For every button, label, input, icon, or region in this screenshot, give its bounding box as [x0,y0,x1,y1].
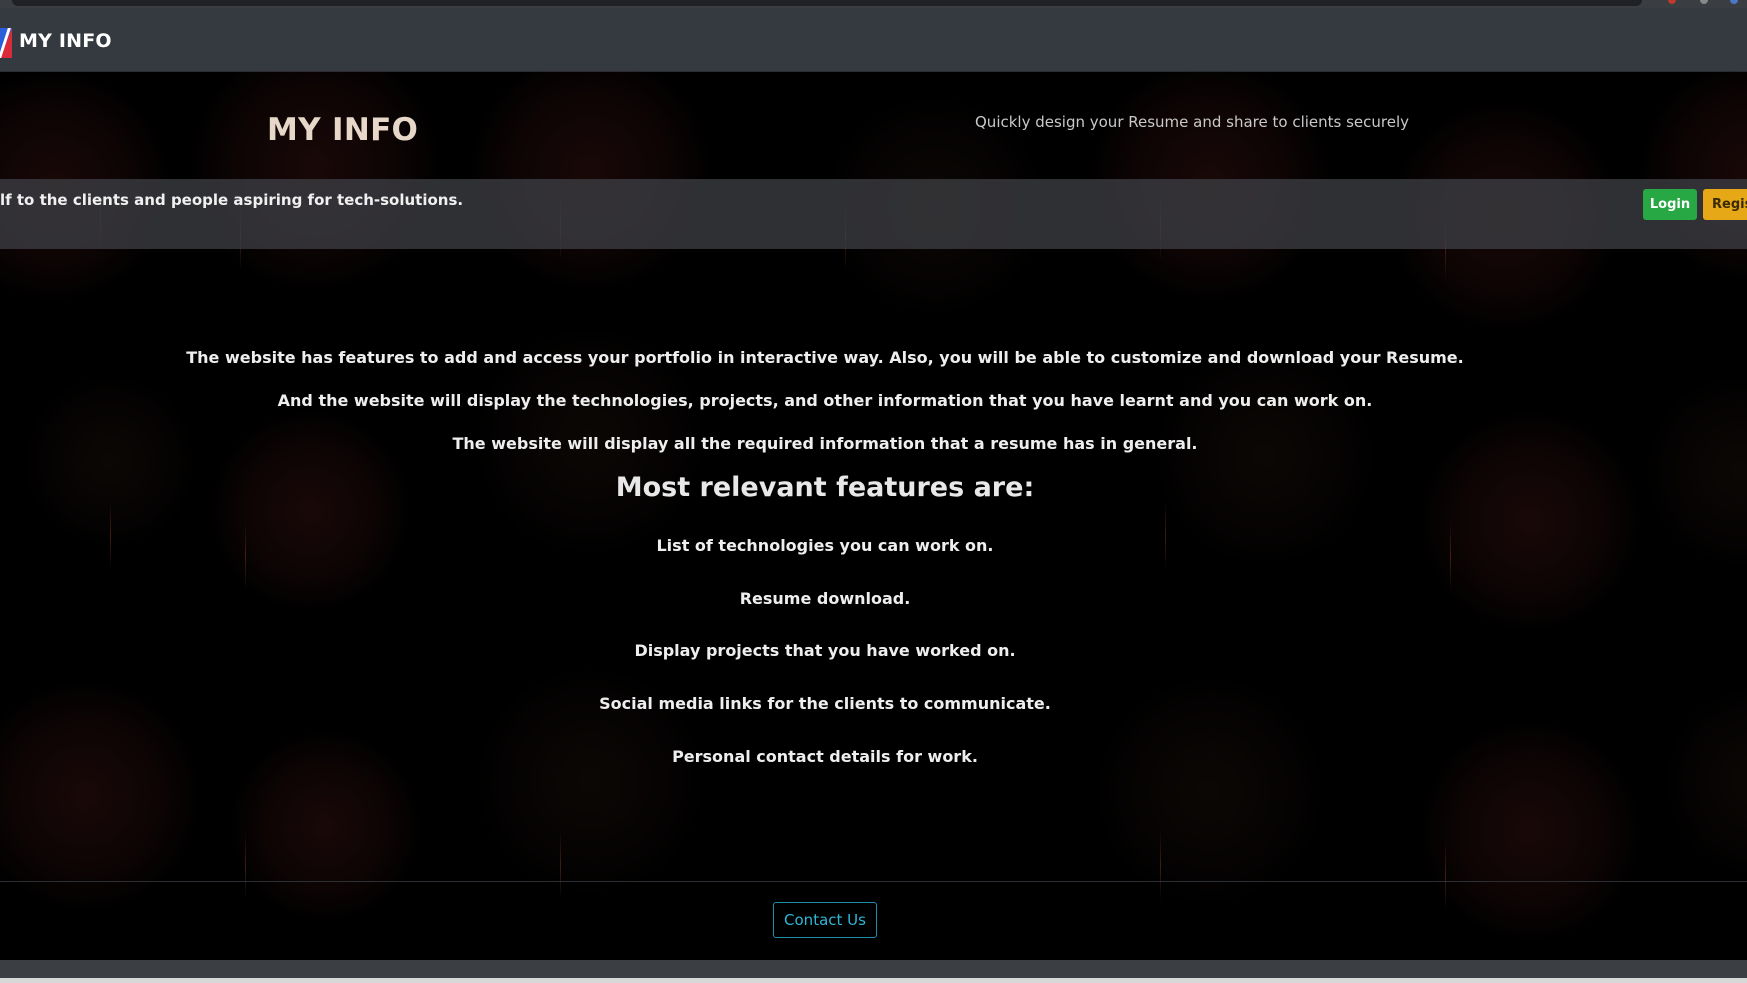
feature-item: Personal contact details for work. [672,747,978,766]
marquee-ticker: lf to the clients and people aspiring fo… [0,191,464,209]
page-title: MY INFO [267,112,419,148]
browser-extension-icon[interactable] [1668,0,1676,4]
browser-menu-icon[interactable] [1700,0,1708,4]
navbar: MY INFO [0,8,1747,72]
intro-paragraph: The website will display all the require… [452,434,1198,453]
feature-item: Resume download. [739,589,911,608]
feature-item: List of technologies you can work on. [656,536,994,555]
address-bar[interactable] [12,0,1642,6]
feature-item: Social media links for the clients to co… [599,694,1051,713]
footer-divider [0,881,1747,882]
intro-paragraph: And the website will display the technol… [277,391,1373,410]
horizontal-scrollbar[interactable] [0,978,1747,983]
login-button[interactable]: Login [1643,189,1697,220]
page: MY INFO MY INFO Quickly design your Resu… [0,0,1747,983]
navbar-brand[interactable]: MY INFO [19,30,112,52]
features-heading: Most relevant features are: [615,472,1035,503]
browser-profile-icon[interactable] [1730,0,1738,4]
feature-item: Display projects that you have worked on… [634,641,1016,660]
window-bottom-bar [0,960,1747,983]
register-button[interactable]: Regis [1703,189,1747,220]
info-band [0,179,1747,249]
tagline: Quickly design your Resume and share to … [975,113,1410,131]
brand-logo-icon[interactable] [0,28,12,58]
contact-us-button[interactable]: Contact Us [773,902,877,938]
browser-toolbar-strip [0,0,1747,8]
intro-paragraph: The website has features to add and acce… [186,348,1464,367]
